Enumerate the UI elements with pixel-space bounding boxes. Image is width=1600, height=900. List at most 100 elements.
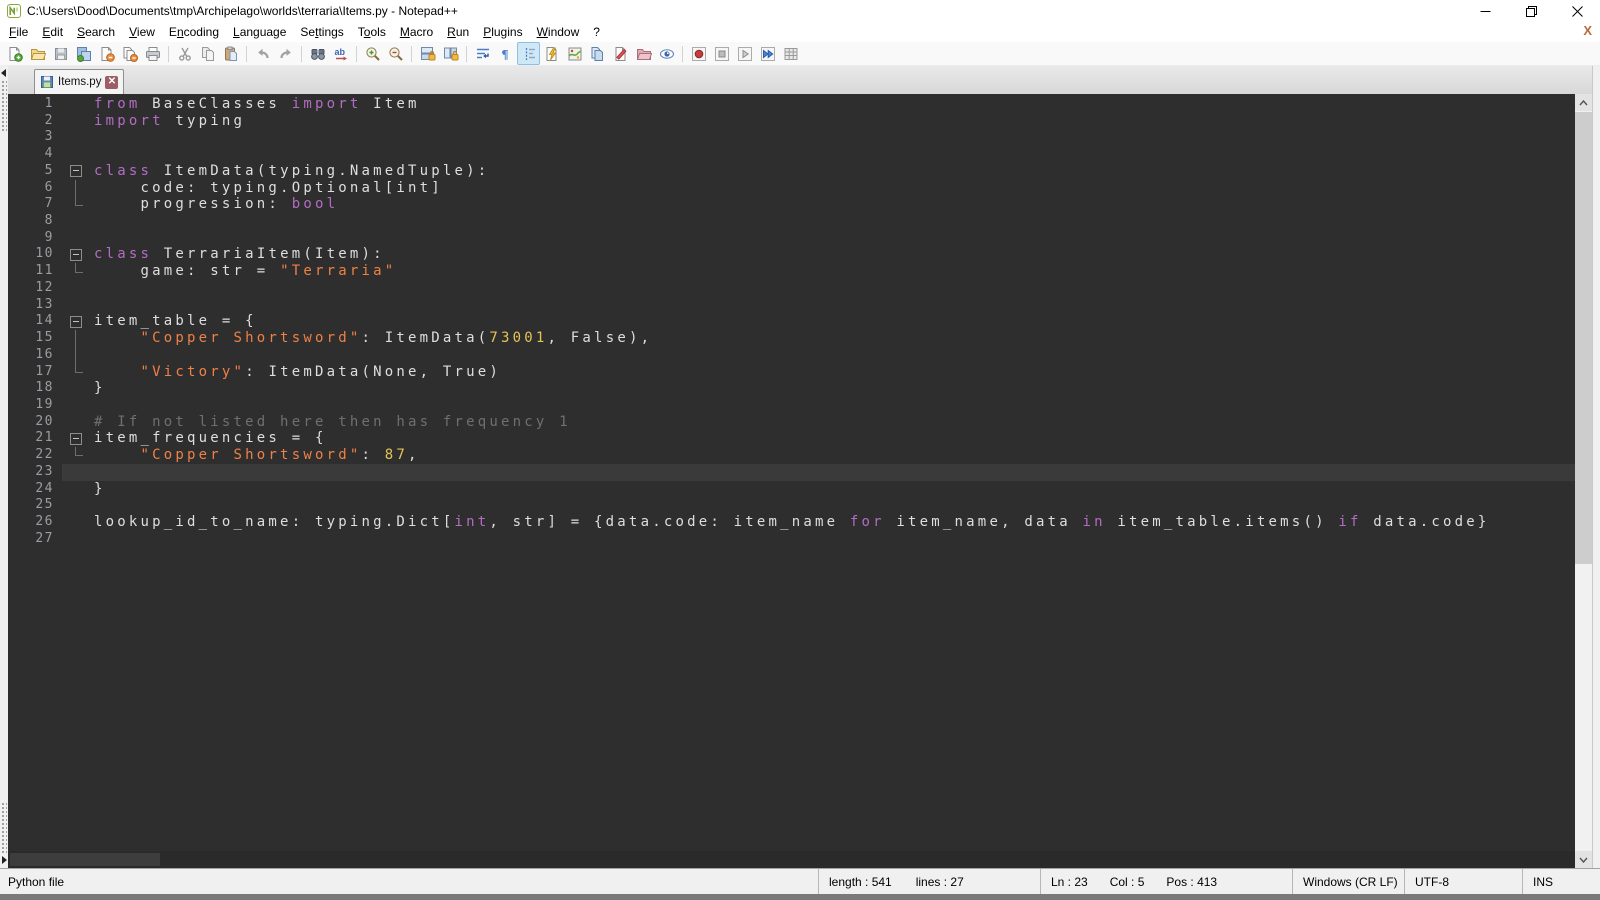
horizontal-scrollbar[interactable] [8,851,1575,868]
toolbar-sync-vertical-button[interactable] [416,42,439,65]
line-number[interactable]: 12 [8,280,62,297]
line-number[interactable]: 1 [8,96,62,113]
line-number[interactable]: 14 [8,313,62,330]
toolbar-define-language-button[interactable] [609,42,632,65]
toolbar-function-list-button[interactable] [540,42,563,65]
toolbar-redo-button[interactable] [274,42,297,65]
toolbar-macro-record-button[interactable] [687,42,710,65]
menu-item-settings[interactable]: Settings [293,23,350,41]
toolbar-macro-save-button[interactable] [779,42,802,65]
toolbar-find-button[interactable] [306,42,329,65]
line-number[interactable]: 19 [8,397,62,414]
fold-collapse-icon[interactable] [62,430,94,447]
fold-margin [62,213,94,230]
toolbar-macro-stop-button[interactable] [710,42,733,65]
line-number[interactable]: 2 [8,113,62,130]
toolbar-zoom-out-button[interactable] [384,42,407,65]
fold-collapse-icon[interactable] [62,313,94,330]
scroll-up-button[interactable] [1575,94,1592,111]
line-number[interactable]: 26 [8,514,62,531]
toolbar-show-all-chars-button[interactable]: ¶ [494,42,517,65]
vertical-scrollbar[interactable] [1575,94,1592,868]
fold-collapse-icon[interactable] [62,246,94,263]
menu-item-tools[interactable]: Tools [351,23,393,41]
vertical-scrollbar-thumb[interactable] [1575,112,1592,564]
menu-item-language[interactable]: Language [226,23,293,41]
line-number[interactable]: 18 [8,380,62,397]
restore-button[interactable] [1508,0,1554,22]
document-close-x-button[interactable]: X [1583,24,1592,38]
line-number[interactable]: 13 [8,297,62,314]
fold-collapse-icon[interactable] [62,163,94,180]
line-number[interactable]: 21 [8,430,62,447]
menu-item-run[interactable]: Run [440,23,476,41]
line-number[interactable]: 7 [8,196,62,213]
toolbar-save-all-button[interactable] [72,42,95,65]
menu-item-help[interactable]: ? [586,23,607,41]
code-line: 17 "Victory": ItemData(None, True) [8,364,1575,381]
fold-margin [62,514,94,531]
tab-close-icon[interactable]: ✕ [105,76,118,89]
code-line: 12 [8,280,1575,297]
menu-item-view[interactable]: View [122,23,162,41]
line-number[interactable]: 8 [8,213,62,230]
menu-item-macro[interactable]: Macro [393,23,440,41]
toolbar-close-file-button[interactable] [95,42,118,65]
scroll-down-button[interactable] [1575,851,1592,868]
toolbar-document-map-button[interactable] [563,42,586,65]
toolbar-close-all-button[interactable] [118,42,141,65]
line-number[interactable]: 11 [8,263,62,280]
line-number[interactable]: 23 [8,464,62,481]
menu-item-file[interactable]: File [2,23,35,41]
line-number[interactable]: 27 [8,531,62,548]
line-number[interactable]: 20 [8,414,62,431]
menu-item-window[interactable]: Window [530,23,587,41]
toolbar-zoom-in-button[interactable] [361,42,384,65]
menu-item-search[interactable]: Search [70,23,122,41]
dock-grip-strip[interactable] [0,66,8,868]
menu-item-encoding[interactable]: Encoding [162,23,226,41]
toolbar-document-list-button[interactable] [586,42,609,65]
toolbar-monitoring-button[interactable] [655,42,678,65]
toolbar-indent-guide-button[interactable] [517,42,540,65]
line-number[interactable]: 15 [8,330,62,347]
line-number[interactable]: 4 [8,146,62,163]
sync-horizontal-icon [443,46,459,62]
toolbar-cut-button[interactable] [173,42,196,65]
line-number[interactable]: 10 [8,246,62,263]
macro-stop-icon [714,46,730,62]
code-editor[interactable]: 1from BaseClasses import Item2import typ… [8,94,1575,868]
line-number[interactable]: 16 [8,347,62,364]
line-number[interactable]: 5 [8,163,62,180]
toolbar-sync-horizontal-button[interactable] [439,42,462,65]
line-number[interactable]: 6 [8,180,62,197]
toolbar-replace-button[interactable]: ab [329,42,352,65]
toolbar-paste-button[interactable] [219,42,242,65]
minimize-button[interactable] [1462,0,1508,22]
tab-items-py[interactable]: Items.py ✕ [34,69,124,94]
code-line-current: 23 [8,464,1575,481]
fold-margin [62,280,94,297]
toolbar-new-file-button[interactable] [3,42,26,65]
line-number[interactable]: 9 [8,230,62,247]
code-text [94,280,1575,297]
line-number[interactable]: 17 [8,364,62,381]
toolbar-folder-as-workspace-button[interactable] [632,42,655,65]
replace-icon: ab [333,46,349,62]
toolbar-copy-button[interactable] [196,42,219,65]
toolbar-undo-button[interactable] [251,42,274,65]
line-number[interactable]: 22 [8,447,62,464]
line-number[interactable]: 25 [8,497,62,514]
toolbar-word-wrap-button[interactable] [471,42,494,65]
line-number[interactable]: 3 [8,129,62,146]
toolbar-macro-play-button[interactable] [733,42,756,65]
toolbar-print-button[interactable] [141,42,164,65]
toolbar-macro-run-multiple-button[interactable] [756,42,779,65]
line-number[interactable]: 24 [8,481,62,498]
toolbar-open-file-button[interactable] [26,42,49,65]
menu-item-plugins[interactable]: Plugins [476,23,529,41]
close-button[interactable] [1554,0,1600,22]
horizontal-scrollbar-thumb[interactable] [10,853,160,866]
menu-item-edit[interactable]: Edit [35,23,70,41]
toolbar-save-button[interactable] [49,42,72,65]
